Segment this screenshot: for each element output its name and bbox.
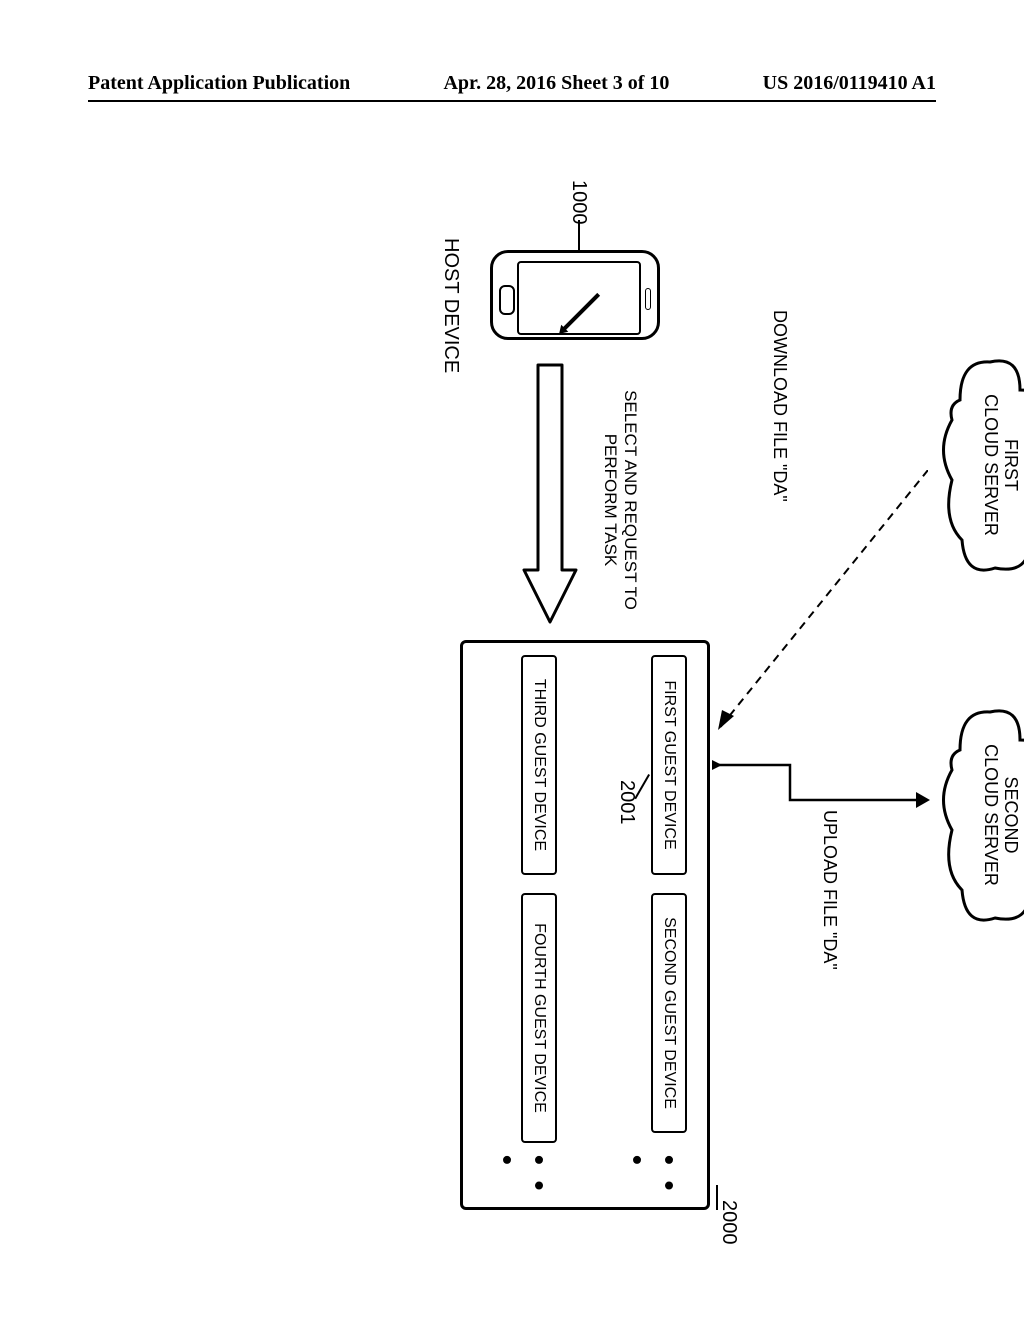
header-rule <box>88 100 936 102</box>
ellipsis-icon: • • • <box>621 1155 685 1207</box>
figure-3-diagram: FIG. 3 3001 FIRST CLOUD SERVER 3002 <box>0 320 1024 1100</box>
select-arrow-icon <box>520 360 580 630</box>
header-center: Apr. 28, 2016 Sheet 3 of 10 <box>443 72 669 95</box>
host-device-label: HOST DEVICE <box>439 238 462 373</box>
host-leader <box>578 220 580 250</box>
group-leader <box>716 1185 718 1210</box>
phone-speaker-icon <box>645 288 651 310</box>
download-label: DOWNLOAD FILE "DA" <box>769 310 790 502</box>
first-guest-device: FIRST GUEST DEVICE <box>651 655 687 875</box>
first-cloud-server: FIRST CLOUD SERVER <box>930 350 1024 580</box>
host-device-icon <box>490 250 660 340</box>
page-header: Patent Application Publication Apr. 28, … <box>0 72 1024 95</box>
ellipsis-icon: • • • <box>491 1155 555 1207</box>
upload-label: UPLOAD FILE "DA" <box>819 810 840 970</box>
select-request-label: SELECT AND REQUEST TO PERFORM TASK <box>601 370 640 630</box>
group-ref: 2000 <box>717 1200 740 1245</box>
cloud1-line2: CLOUD SERVER <box>980 350 1000 580</box>
download-arrow <box>708 470 928 750</box>
host-ref: 1000 <box>567 180 590 225</box>
cloud2-line2: CLOUD SERVER <box>980 700 1000 930</box>
guest-device-group: FIRST GUEST DEVICE SECOND GUEST DEVICE •… <box>460 640 710 1210</box>
phone-screen-icon <box>517 261 641 335</box>
phone-home-icon <box>499 285 515 315</box>
third-guest-device: THIRD GUEST DEVICE <box>521 655 557 875</box>
header-right: US 2016/0119410 A1 <box>763 72 936 95</box>
cloud2-line1: SECOND <box>1000 700 1020 930</box>
stylus-icon <box>562 293 600 331</box>
cloud1-line1: FIRST <box>1000 350 1020 580</box>
second-guest-device: SECOND GUEST DEVICE <box>651 893 687 1133</box>
fourth-guest-device: FOURTH GUEST DEVICE <box>521 893 557 1143</box>
second-cloud-server: SECOND CLOUD SERVER <box>930 700 1024 930</box>
header-left: Patent Application Publication <box>88 72 350 95</box>
guest1-ref: 2001 <box>615 780 638 825</box>
